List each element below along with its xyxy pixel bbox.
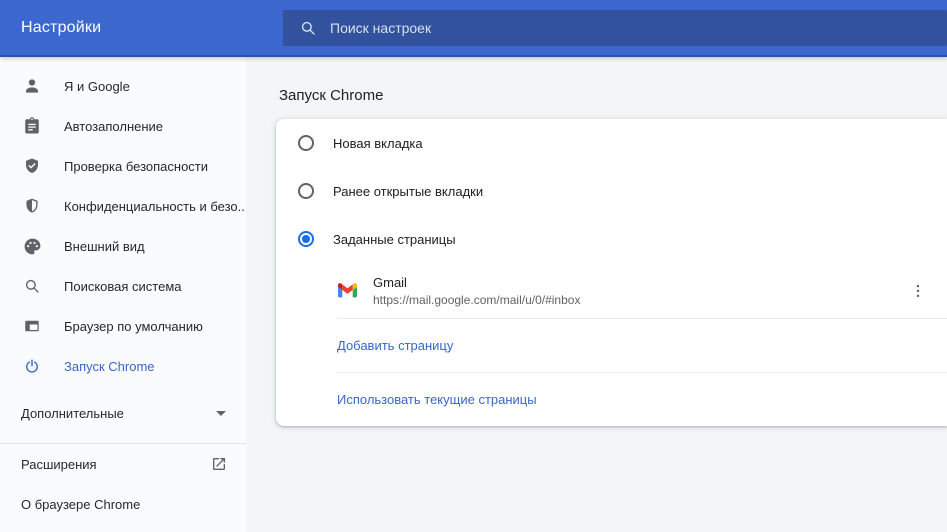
- section-title: Запуск Chrome: [279, 87, 947, 104]
- search-engine-icon: [22, 276, 42, 296]
- main-content: Запуск Chrome Новая вкладка Ранее открыт…: [246, 57, 947, 532]
- page-entry-url: https://mail.google.com/mail/u/0/#inbox: [373, 293, 580, 307]
- default-browser-icon: [22, 316, 42, 336]
- person-icon: [22, 76, 42, 96]
- open-in-new-icon: [211, 456, 227, 472]
- radio-button[interactable]: [298, 183, 314, 199]
- sidebar-item-label: Запуск Chrome: [64, 359, 155, 374]
- option-label: Новая вкладка: [333, 136, 423, 151]
- advanced-label: Дополнительные: [21, 406, 124, 421]
- sidebar-item-label: Я и Google: [64, 79, 130, 94]
- sidebar-item-default-browser[interactable]: Браузер по умолчанию: [0, 306, 246, 346]
- search-icon: [299, 19, 317, 37]
- sidebar-item-safety-check[interactable]: Проверка безопасности: [0, 146, 246, 186]
- sidebar-item-label: Внешний вид: [64, 239, 145, 254]
- settings-sidebar: Я и Google Автозаполнение: [0, 57, 246, 532]
- page-title: Настройки: [0, 19, 101, 37]
- sidebar-item-extensions[interactable]: Расширения: [0, 444, 246, 484]
- appearance-icon: [22, 236, 42, 256]
- sidebar-item-search-engine[interactable]: Поисковая система: [0, 266, 246, 306]
- sidebar-item-appearance[interactable]: Внешний вид: [0, 226, 246, 266]
- about-chrome-label: О браузере Chrome: [21, 497, 140, 512]
- startup-options-card: Новая вкладка Ранее открытые вкладки Зад…: [276, 119, 947, 426]
- sidebar-item-you-and-google[interactable]: Я и Google: [0, 66, 246, 106]
- use-current-pages-button[interactable]: Использовать текущие страницы: [276, 373, 947, 426]
- settings-header: Настройки: [0, 0, 947, 57]
- sidebar-item-autofill[interactable]: Автозаполнение: [0, 106, 246, 146]
- sidebar-item-about-chrome[interactable]: О браузере Chrome: [0, 484, 246, 524]
- option-open-specific-pages[interactable]: Заданные страницы: [276, 215, 947, 263]
- option-label: Заданные страницы: [333, 232, 456, 247]
- use-current-pages-label: Использовать текущие страницы: [337, 392, 537, 407]
- page-entry-title: Gmail: [373, 275, 580, 290]
- radio-button-selected[interactable]: [298, 231, 314, 247]
- add-page-label: Добавить страницу: [337, 338, 453, 353]
- search-input[interactable]: [330, 20, 947, 36]
- power-icon: [22, 356, 42, 376]
- sidebar-item-label: Автозаполнение: [64, 119, 163, 134]
- privacy-icon: [22, 196, 42, 216]
- startup-page-row: Gmail https://mail.google.com/mail/u/0/#…: [276, 263, 947, 318]
- option-label: Ранее открытые вкладки: [333, 184, 483, 199]
- sidebar-item-privacy-security[interactable]: Конфиденциальность и безо...: [0, 186, 246, 226]
- safety-check-icon: [22, 156, 42, 176]
- option-continue-where-left-off[interactable]: Ранее открытые вкладки: [276, 167, 947, 215]
- add-page-button[interactable]: Добавить страницу: [276, 319, 947, 372]
- sidebar-item-label: Поисковая система: [64, 279, 182, 294]
- sidebar-advanced-toggle[interactable]: Дополнительные: [0, 393, 246, 433]
- more-options-icon[interactable]: [909, 279, 927, 303]
- option-new-tab[interactable]: Новая вкладка: [276, 119, 947, 167]
- extensions-label: Расширения: [21, 457, 97, 472]
- sidebar-item-label: Конфиденциальность и безо...: [64, 199, 248, 214]
- autofill-icon: [22, 116, 42, 136]
- sidebar-item-label: Проверка безопасности: [64, 159, 208, 174]
- search-settings-box[interactable]: [283, 10, 947, 46]
- radio-button[interactable]: [298, 135, 314, 151]
- sidebar-item-on-startup[interactable]: Запуск Chrome: [0, 346, 246, 386]
- sidebar-item-label: Браузер по умолчанию: [64, 319, 203, 334]
- gmail-icon: [338, 281, 358, 301]
- chevron-down-icon: [216, 411, 226, 416]
